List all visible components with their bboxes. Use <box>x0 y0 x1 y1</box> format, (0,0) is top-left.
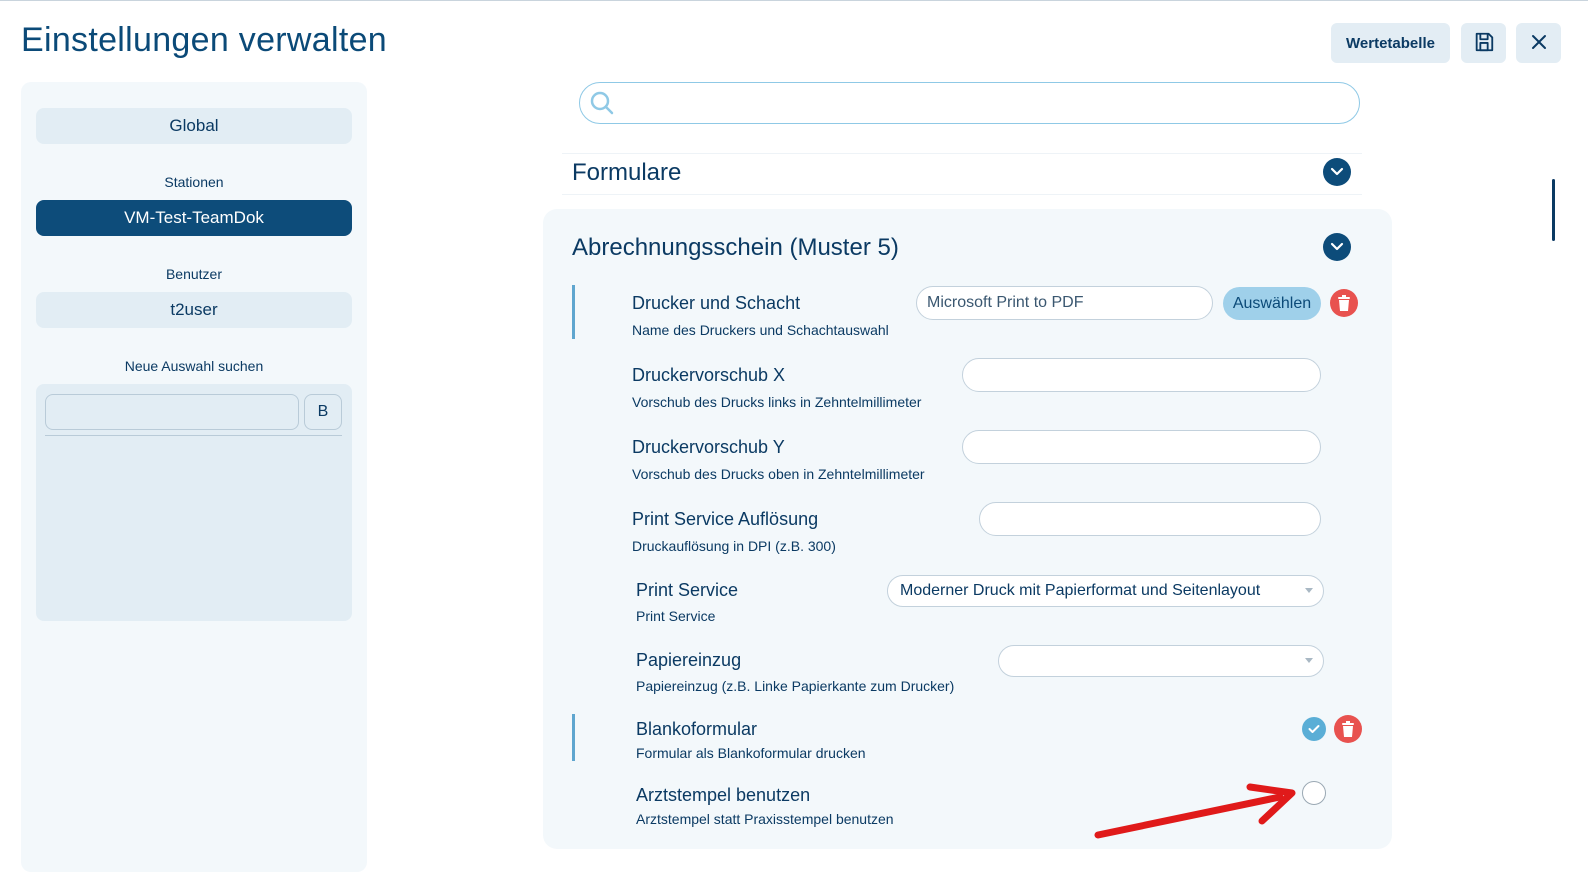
druckervorschub-y-input[interactable] <box>962 430 1321 464</box>
setting-label: Print Service <box>636 580 739 600</box>
setting-description: Print Service <box>636 608 716 624</box>
auswaehlen-button[interactable]: Auswählen <box>1223 287 1321 320</box>
drucker-input[interactable]: Microsoft Print to PDF <box>916 286 1213 320</box>
setting-description: Arztstempel statt Praxisstempel benutzen <box>636 811 894 827</box>
sidebar-item-user[interactable]: t2user <box>36 292 352 328</box>
setting-description: Formular als Blankoformular drucken <box>636 745 866 761</box>
setting-label: Drucker und Schacht <box>632 293 801 313</box>
druckervorschub-x-input[interactable] <box>962 358 1321 392</box>
section-formulare-title: Formulare <box>572 159 682 186</box>
annotation-arrow-icon <box>1094 783 1296 839</box>
stationen-heading: Stationen <box>164 174 224 190</box>
settings-search-input[interactable] <box>579 82 1360 124</box>
trash-icon[interactable] <box>1330 289 1358 317</box>
close-icon <box>1530 33 1548 54</box>
benutzer-heading: Benutzer <box>165 266 223 282</box>
sidebar: Global Stationen VM-Test-TeamDok Benutze… <box>21 82 367 872</box>
print-service-select[interactable]: Moderner Druck mit Papierformat und Seit… <box>887 575 1324 607</box>
panel-title: Abrechnungsschein (Muster 5) <box>572 234 899 261</box>
setting-description: Name des Druckers und Schachtauswahl <box>632 322 889 338</box>
close-button[interactable] <box>1516 23 1561 63</box>
page-title: Einstellungen verwalten <box>21 21 388 59</box>
chevron-down-icon[interactable] <box>1323 158 1351 186</box>
search-icon <box>588 89 616 122</box>
scrollbar-thumb[interactable] <box>1552 179 1555 241</box>
selection-search-button[interactable]: B <box>304 394 342 430</box>
sidebar-item-global[interactable]: Global <box>36 108 352 144</box>
trash-icon[interactable] <box>1334 715 1362 743</box>
save-icon <box>1473 31 1495 56</box>
setting-label: Druckervorschub Y <box>632 437 785 457</box>
modified-indicator <box>572 714 575 761</box>
chevron-down-icon[interactable] <box>1323 233 1351 261</box>
setting-description: Druckauflösung in DPI (z.B. 300) <box>632 538 836 554</box>
save-button[interactable] <box>1461 23 1506 63</box>
print-service-aufloesung-input[interactable] <box>979 502 1321 536</box>
sidebar-item-station[interactable]: VM-Test-TeamDok <box>36 200 352 236</box>
blankoformular-checkbox[interactable] <box>1302 717 1326 741</box>
papiereinzug-select[interactable] <box>998 645 1324 677</box>
chevron-down-icon <box>1305 588 1313 593</box>
selection-search-box: B <box>36 384 352 621</box>
print-service-selected: Moderner Druck mit Papierformat und Seit… <box>900 582 1261 599</box>
setting-label: Papiereinzug <box>636 650 742 670</box>
setting-label: Druckervorschub X <box>632 365 786 385</box>
divider <box>45 435 342 436</box>
setting-label: Blankoformular <box>636 719 758 739</box>
setting-label: Arztstempel benutzen <box>636 785 811 805</box>
section-formulare-row[interactable] <box>562 153 1362 195</box>
neue-auswahl-heading: Neue Auswahl suchen <box>124 358 264 374</box>
setting-description: Papiereinzug (z.B. Linke Papierkante zum… <box>636 678 955 694</box>
chevron-down-icon <box>1305 658 1313 663</box>
setting-description: Vorschub des Drucks oben in Zehntelmilli… <box>632 466 925 482</box>
selection-search-input[interactable] <box>45 394 299 430</box>
setting-description: Vorschub des Drucks links in Zehntelmill… <box>632 394 922 410</box>
wertetabelle-button[interactable]: Wertetabelle <box>1331 23 1450 63</box>
modified-indicator <box>572 285 575 339</box>
setting-label: Print Service Auflösung <box>632 509 819 529</box>
